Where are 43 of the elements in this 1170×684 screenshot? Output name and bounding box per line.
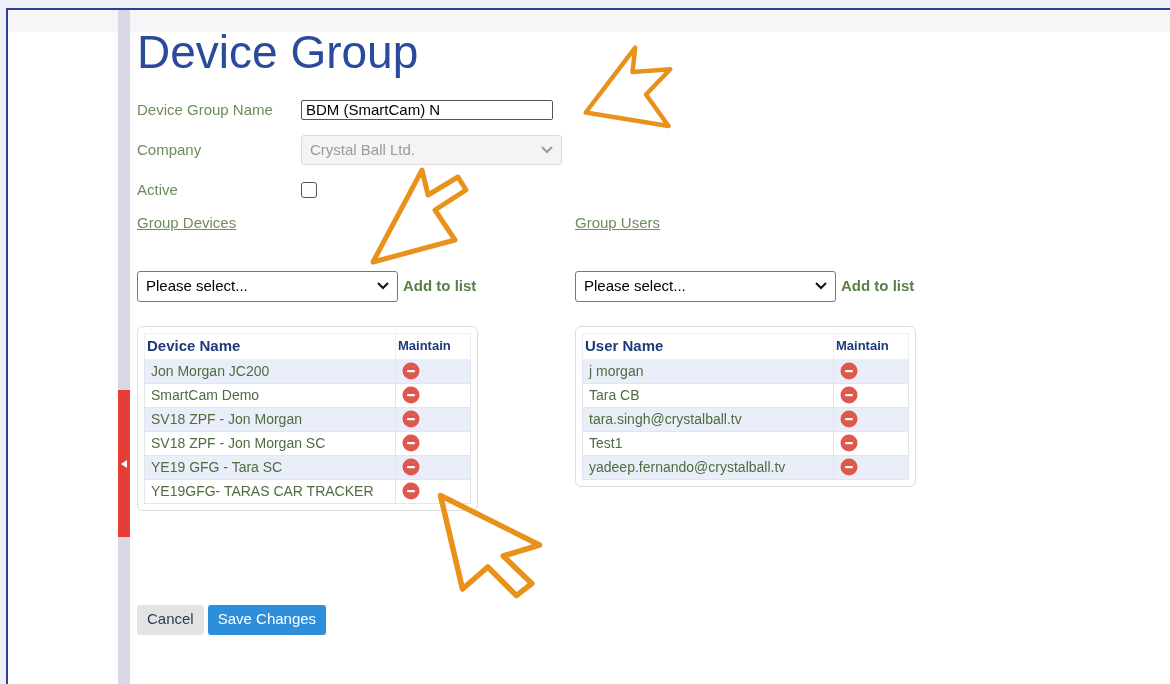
- section-link[interactable]: Group Devices: [137, 212, 237, 235]
- table-cell: Jon Morgan JC200: [144, 359, 396, 383]
- field-label: Company: [137, 139, 203, 160]
- remove-icon[interactable]: [840, 362, 858, 380]
- add-to-list-link[interactable]: Add to list: [841, 274, 915, 298]
- field-label: Active: [137, 179, 179, 200]
- section-link[interactable]: Group Users: [575, 212, 661, 235]
- table-cell: Tara CB: [582, 383, 834, 407]
- column-header: User Name: [582, 333, 834, 359]
- add-to-list-link[interactable]: Add to list: [403, 274, 477, 298]
- select-field[interactable]: Please select...: [575, 270, 836, 302]
- remove-icon[interactable]: [840, 386, 858, 404]
- remove-icon[interactable]: [402, 434, 420, 452]
- table-cell: YE19 GFG - Tara SC: [144, 455, 396, 479]
- cancel-button[interactable]: Cancel: [137, 604, 204, 635]
- chevron-down-icon: [815, 282, 827, 290]
- text-field[interactable]: BDM (SmartCam) N: [301, 100, 553, 120]
- save-button[interactable]: Save Changes: [207, 604, 327, 635]
- table-cell: SV18 ZPF - Jon Morgan: [144, 407, 396, 431]
- chevron-down-icon: [541, 146, 553, 154]
- table-cell: j morgan: [582, 359, 834, 383]
- remove-icon[interactable]: [840, 410, 858, 428]
- checkbox[interactable]: [301, 182, 317, 198]
- table-cell: SmartCam Demo: [144, 383, 396, 407]
- select-field[interactable]: Please select...: [137, 270, 398, 302]
- table-cell: Test1: [582, 431, 834, 455]
- table-cell: yadeep.fernando@crystalball.tv: [582, 455, 834, 479]
- collapse-arrow-icon: [121, 459, 127, 468]
- remove-icon[interactable]: [402, 386, 420, 404]
- column-header: Maintain: [833, 333, 909, 359]
- remove-icon[interactable]: [840, 434, 858, 452]
- remove-icon[interactable]: [402, 482, 420, 500]
- table-cell: SV18 ZPF - Jon Morgan SC: [144, 431, 396, 455]
- remove-icon[interactable]: [402, 458, 420, 476]
- column-header: Device Name: [144, 333, 396, 359]
- table-cell: YE19GFG- TARAS CAR TRACKER: [144, 479, 396, 503]
- field-label: Device Group Name: [137, 99, 274, 120]
- remove-icon[interactable]: [402, 410, 420, 428]
- column-header: Maintain: [395, 333, 471, 359]
- remove-icon[interactable]: [402, 362, 420, 380]
- chevron-down-icon: [377, 282, 389, 290]
- remove-icon[interactable]: [840, 458, 858, 476]
- table-cell: tara.singh@crystalball.tv: [582, 407, 834, 431]
